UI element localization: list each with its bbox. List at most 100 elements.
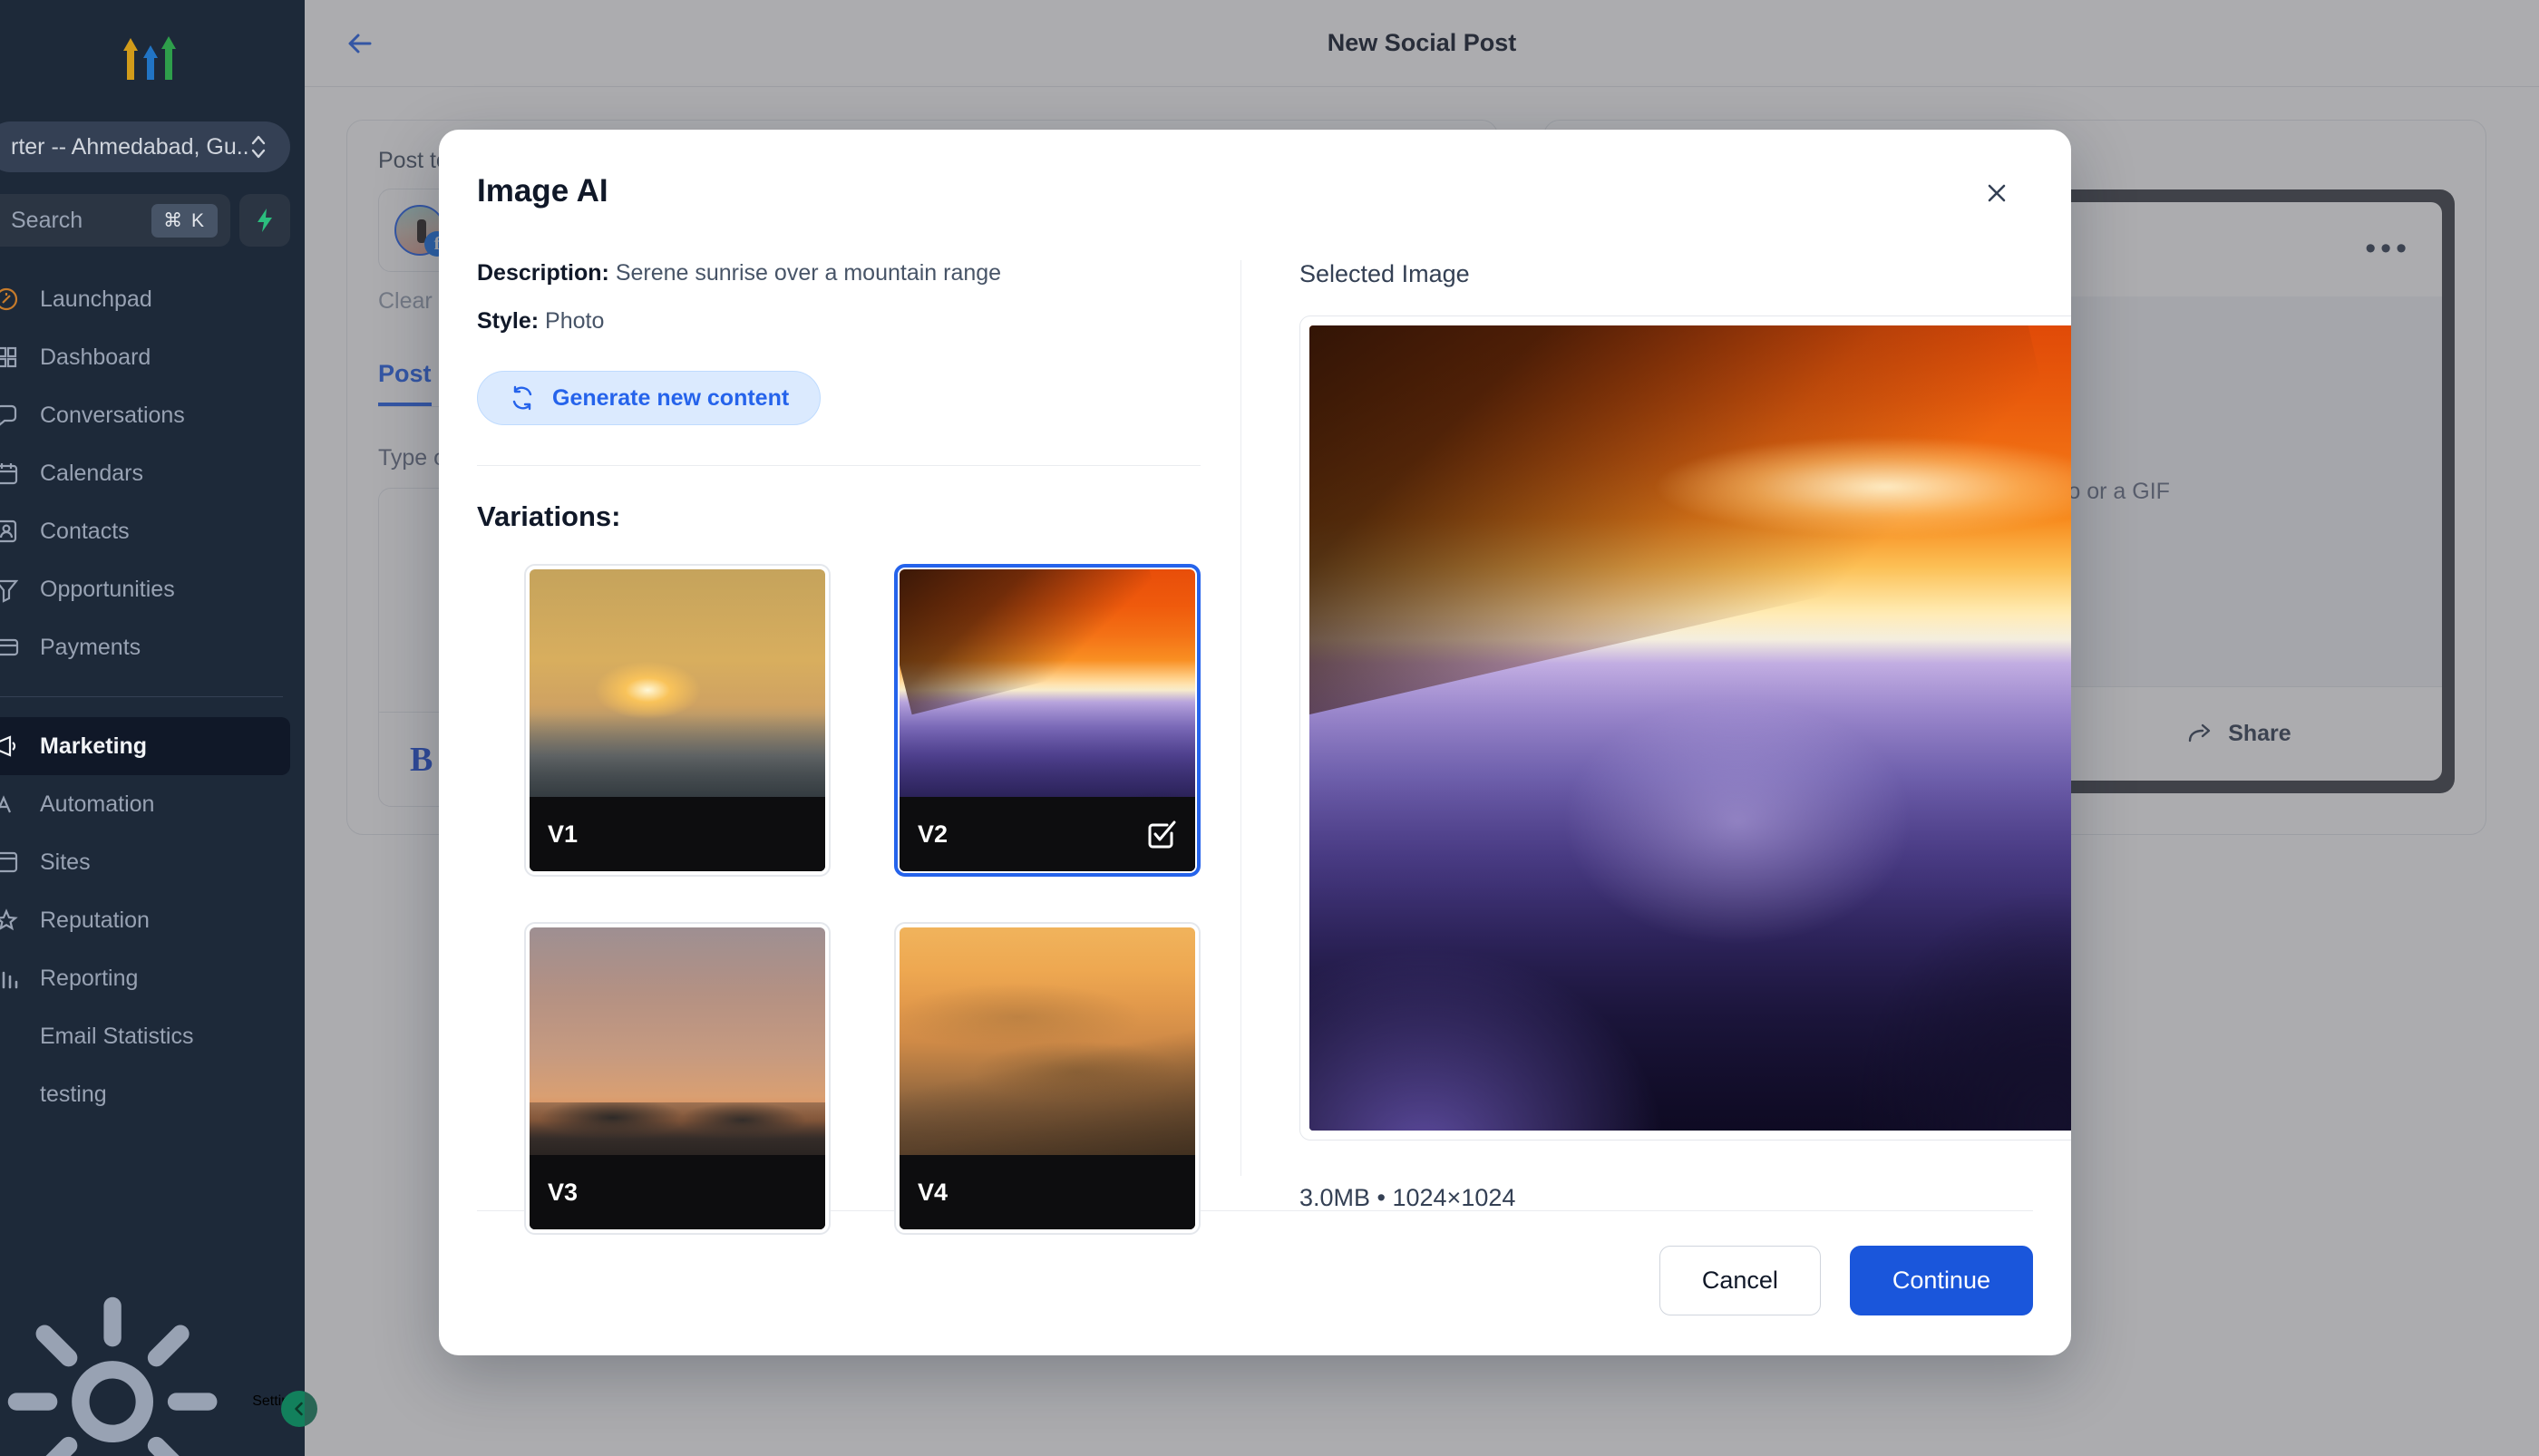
- variations-grid: V1 V2 V3 V4: [477, 564, 1201, 1235]
- sidebar-item-marketing[interactable]: Marketing: [0, 717, 290, 775]
- browser-icon: [0, 851, 18, 873]
- search-placeholder: Search: [11, 207, 83, 233]
- card-icon: [0, 638, 19, 656]
- quick-actions-button[interactable]: [239, 194, 290, 247]
- variation-caption: V3: [530, 1155, 825, 1229]
- sidebar-item-reporting[interactable]: Reporting: [0, 949, 290, 1007]
- rocket-icon: [0, 287, 18, 311]
- sidebar-item-reputation[interactable]: Reputation: [0, 891, 290, 949]
- sidebar-item-testing[interactable]: testing: [0, 1065, 290, 1123]
- sidebar-item-label: Reporting: [40, 965, 139, 991]
- sidebar-item-contacts[interactable]: Contacts: [0, 502, 290, 560]
- grid-icon: [0, 346, 17, 368]
- variations-column: Description: Serene sunrise over a mount…: [477, 260, 1241, 1235]
- sidebar-item-settings[interactable]: Settings: [0, 1296, 305, 1456]
- location-select[interactable]: rter -- Ahmedabad, Gu...: [0, 121, 290, 172]
- sidebar-item-label: Sites: [40, 849, 91, 875]
- sidebar-item-label: testing: [40, 1081, 107, 1107]
- variations-heading: Variations:: [477, 500, 621, 532]
- sidebar-item-payments[interactable]: Payments: [0, 618, 290, 676]
- variation-card-v2[interactable]: V2: [894, 564, 1201, 877]
- sidebar-item-label: Email Statistics: [40, 1023, 194, 1049]
- chevron-up-down-icon: [251, 135, 266, 159]
- description-value: Serene sunrise over a mountain range: [615, 260, 1002, 286]
- contacts-icon: [0, 519, 17, 543]
- search-row: Search ⌘ K: [0, 194, 290, 247]
- variation-label: V1: [548, 820, 579, 848]
- search-shortcut: ⌘ K: [151, 203, 218, 238]
- variation-thumbnail: V2: [900, 569, 1195, 871]
- sidebar-divider: [0, 696, 283, 697]
- funnel-icon: [0, 579, 19, 603]
- check-square-icon: [1148, 820, 1176, 849]
- sidebar-item-label: Payments: [40, 634, 141, 660]
- style-label: Style:: [477, 308, 540, 334]
- variation-thumbnail: V3: [530, 927, 825, 1229]
- sidebar-item-label: Automation: [40, 791, 155, 817]
- sidebar-item-label: Conversations: [40, 402, 185, 428]
- sidebar-item-label: Opportunities: [40, 576, 175, 602]
- sidebar-item-label: Launchpad: [40, 286, 152, 312]
- generate-new-content-button[interactable]: Generate new content: [477, 371, 822, 425]
- chat-icon: [0, 404, 17, 426]
- search-input[interactable]: Search ⌘ K: [0, 194, 230, 247]
- selected-image-preview: [1309, 325, 2071, 1131]
- selected-image-frame: [1299, 315, 2071, 1141]
- variation-thumbnail: V4: [900, 927, 1195, 1229]
- sidebar-item-opportunities[interactable]: Opportunities: [0, 560, 290, 618]
- chart-icon: [2, 971, 18, 989]
- sidebar-item-calendars[interactable]: Calendars: [0, 444, 290, 502]
- sidebar-item-label: Marketing: [40, 733, 148, 759]
- sidebar-item-label: Calendars: [40, 460, 143, 486]
- variation-caption: V4: [900, 1155, 1195, 1229]
- description-row: Description: Serene sunrise over a mount…: [477, 260, 1201, 286]
- style-row: Style: Photo: [477, 308, 1201, 335]
- variation-card-v3[interactable]: V3: [524, 922, 831, 1235]
- sidebar-nav-primary: Launchpad Dashboard Conversations Calend…: [0, 270, 305, 676]
- sidebar-item-label: Reputation: [40, 907, 150, 933]
- gear-icon: [7, 1296, 218, 1456]
- generate-button-label: Generate new content: [552, 384, 790, 411]
- sidebar-item-sites[interactable]: Sites: [0, 833, 290, 891]
- style-value: Photo: [545, 308, 605, 334]
- variation-label: V2: [918, 820, 948, 848]
- cloud-highlight: [1639, 422, 2071, 551]
- cancel-button[interactable]: Cancel: [1659, 1246, 1821, 1315]
- continue-button[interactable]: Continue: [1849, 1246, 2033, 1315]
- variation-card-v4[interactable]: V4: [894, 922, 1201, 1235]
- dialog-body: Description: Serene sunrise over a mount…: [439, 213, 2071, 1235]
- variation-label: V3: [548, 1178, 579, 1206]
- star-icon: [0, 908, 18, 931]
- dialog-header: Image AI: [439, 130, 2071, 213]
- sidebar-item-email-statistics[interactable]: Email Statistics: [0, 1007, 290, 1065]
- app-root: rter -- Ahmedabad, Gu... Search ⌘ K Laun…: [0, 0, 2539, 1456]
- sidebar-item-automation[interactable]: Automation: [0, 775, 290, 833]
- variation-caption: V1: [530, 797, 825, 871]
- sidebar-item-label: Contacts: [40, 518, 130, 544]
- workflow-icon: [0, 795, 12, 813]
- selected-image-column: Selected Image 3.0MB • 1024×1024: [1241, 260, 2071, 1211]
- close-icon: [1988, 184, 2006, 202]
- sidebar-item-conversations[interactable]: Conversations: [0, 386, 290, 444]
- selected-image-meta: 3.0MB • 1024×1024: [1299, 1184, 1516, 1211]
- three-arrows-logo: [123, 36, 176, 80]
- sidebar-item-label: Dashboard: [40, 344, 151, 370]
- app-logo[interactable]: [0, 0, 305, 116]
- location-select-value: rter -- Ahmedabad, Gu...: [11, 133, 248, 160]
- image-ai-dialog: Image AI Description: Serene sunrise ove…: [439, 130, 2071, 1355]
- close-button[interactable]: [1977, 173, 2017, 213]
- variation-thumbnail: V1: [530, 569, 825, 871]
- variation-card-v1[interactable]: V1: [524, 564, 831, 877]
- sidebar-item-launchpad[interactable]: Launchpad: [0, 270, 290, 328]
- description-label: Description:: [477, 260, 609, 286]
- sidebar-nav-secondary: Marketing Automation Sites Reputation Re…: [0, 717, 305, 1123]
- bolt-icon: [258, 209, 272, 232]
- variation-caption: V2: [900, 797, 1195, 871]
- dialog-title: Image AI: [477, 173, 608, 209]
- variation-label: V4: [918, 1178, 948, 1206]
- dialog-divider: [477, 465, 1201, 466]
- calendar-icon: [0, 463, 18, 485]
- sidebar-item-dashboard[interactable]: Dashboard: [0, 328, 290, 386]
- selected-image-heading: Selected Image: [1299, 260, 1470, 287]
- megaphone-icon: [0, 735, 16, 757]
